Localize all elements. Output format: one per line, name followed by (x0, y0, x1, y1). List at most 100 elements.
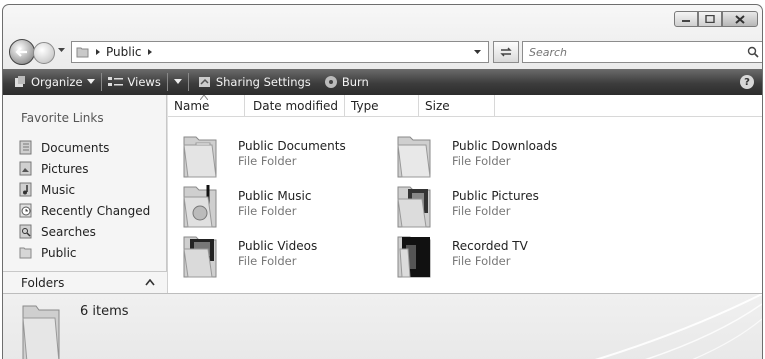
item-type: File Folder (238, 204, 297, 218)
breadcrumb-arrow-icon[interactable] (147, 48, 153, 56)
views-icon (107, 77, 123, 86)
recorded-tv-folder-icon (397, 236, 431, 278)
refresh-button[interactable] (493, 41, 519, 63)
sort-ascending-icon (200, 95, 208, 100)
searches-icon (19, 224, 32, 239)
refresh-icon (500, 47, 512, 57)
file-item-public-documents[interactable]: Public Documents File Folder (182, 133, 346, 179)
item-type: File Folder (452, 154, 511, 168)
burn-label: Burn (341, 75, 369, 89)
minimize-icon (682, 20, 690, 22)
navigation-pane: Favorite Links Documents Pictures Music … (3, 95, 167, 293)
nav-item-label: Music (41, 182, 76, 197)
chevron-down-icon (173, 79, 182, 84)
nav-item-pictures[interactable]: Pictures (19, 158, 150, 179)
file-item-public-pictures[interactable]: Public Pictures File Folder (396, 183, 539, 229)
nav-item-music[interactable]: Music (19, 179, 150, 200)
column-header-type[interactable]: Type (345, 95, 419, 116)
chevron-up-icon (145, 279, 155, 286)
item-type: File Folder (238, 254, 297, 268)
item-count: 6 items (80, 304, 129, 319)
help-button[interactable]: ? (740, 75, 754, 89)
sharing-icon (198, 77, 210, 87)
sharing-settings-button[interactable]: Sharing Settings (190, 69, 316, 95)
pictures-icon (19, 161, 32, 176)
file-item-public-music[interactable]: Public Music File Folder (182, 183, 311, 229)
burn-button[interactable]: Burn (316, 69, 374, 95)
nav-item-documents[interactable]: Documents (19, 137, 150, 158)
pictures-folder-icon (397, 186, 431, 228)
command-bar: Organize Views Sharing Settings Burn ? (3, 69, 762, 95)
file-item-recorded-tv[interactable]: Recorded TV File Folder (396, 233, 528, 279)
public-folder-icon (19, 247, 32, 259)
column-header-label: Date modified (253, 98, 339, 113)
close-button[interactable] (722, 11, 758, 27)
column-header-size[interactable]: Size (419, 95, 495, 116)
item-type: File Folder (452, 204, 511, 218)
search-icon[interactable] (747, 46, 759, 58)
caption-buttons (674, 11, 758, 27)
favorite-links-heading: Favorite Links (21, 111, 104, 125)
item-name: Recorded TV (452, 239, 528, 253)
item-type: File Folder (452, 254, 511, 268)
folders-label: Folders (21, 275, 65, 290)
column-header-name[interactable]: Name (168, 95, 245, 116)
maximize-button[interactable] (698, 11, 722, 27)
burn-disc-icon (324, 76, 337, 88)
address-dropdown-icon[interactable] (473, 49, 482, 56)
folder-icon (76, 47, 89, 58)
column-header-date-modified[interactable]: Date modified (245, 95, 345, 116)
nav-item-label: Pictures (41, 161, 89, 176)
column-headers: Name Date modified Type Size (168, 95, 762, 117)
music-folder-icon (183, 185, 217, 228)
toolbar-divider (187, 73, 189, 91)
column-header-label: Size (425, 98, 450, 113)
views-button[interactable]: Views (103, 69, 166, 95)
file-item-public-downloads[interactable]: Public Downloads File Folder (396, 133, 557, 179)
documents-icon (19, 140, 32, 155)
favorite-links-list: Documents Pictures Music Recently Change… (19, 137, 150, 263)
explorer-window: Public Organize Views (2, 4, 763, 359)
item-name: Public Videos (238, 239, 318, 253)
nav-item-label: Recently Changed (41, 203, 151, 218)
chevron-down-icon (86, 79, 95, 84)
back-arrow-icon (15, 47, 27, 57)
item-type: File Folder (238, 154, 297, 168)
breadcrumb-public[interactable]: Public (106, 45, 142, 59)
address-row: Public (9, 39, 762, 65)
recently-changed-icon (19, 203, 32, 218)
recent-pages-dropdown-icon[interactable] (57, 47, 66, 54)
address-bar[interactable]: Public (71, 41, 489, 63)
organize-label: Organize (31, 75, 83, 89)
details-pane: 6 items (3, 293, 762, 359)
nav-item-recently-changed[interactable]: Recently Changed (19, 200, 150, 221)
folders-toggle[interactable]: Folders (3, 271, 167, 293)
nav-item-searches[interactable]: Searches (19, 221, 150, 242)
forward-button[interactable] (33, 42, 55, 64)
organize-icon (15, 76, 25, 87)
item-name: Public Documents (238, 139, 346, 153)
views-dropdown-button[interactable] (169, 69, 187, 95)
search-box[interactable] (522, 41, 762, 63)
views-label: Views (127, 75, 161, 89)
item-name: Public Pictures (452, 189, 539, 203)
nav-item-label: Public (41, 245, 77, 260)
maximize-icon (705, 15, 715, 23)
organize-button[interactable]: Organize (3, 69, 100, 95)
file-item-public-videos[interactable]: Public Videos File Folder (182, 233, 317, 279)
videos-folder-icon (183, 236, 217, 278)
item-name: Public Downloads (452, 139, 558, 153)
back-button[interactable] (9, 39, 35, 65)
nav-item-public[interactable]: Public (19, 242, 150, 263)
minimize-button[interactable] (674, 11, 698, 27)
sharing-settings-label: Sharing Settings (215, 75, 311, 89)
search-input[interactable] (529, 45, 747, 59)
folder-icon (22, 305, 60, 359)
toolbar-divider (100, 73, 102, 91)
item-name: Public Music (238, 189, 312, 203)
breadcrumb-arrow-icon[interactable] (95, 48, 101, 56)
nav-item-label: Documents (41, 140, 110, 155)
music-icon (19, 182, 32, 197)
decorative-swoosh-icon (594, 294, 762, 359)
column-header-label: Name (174, 98, 210, 113)
